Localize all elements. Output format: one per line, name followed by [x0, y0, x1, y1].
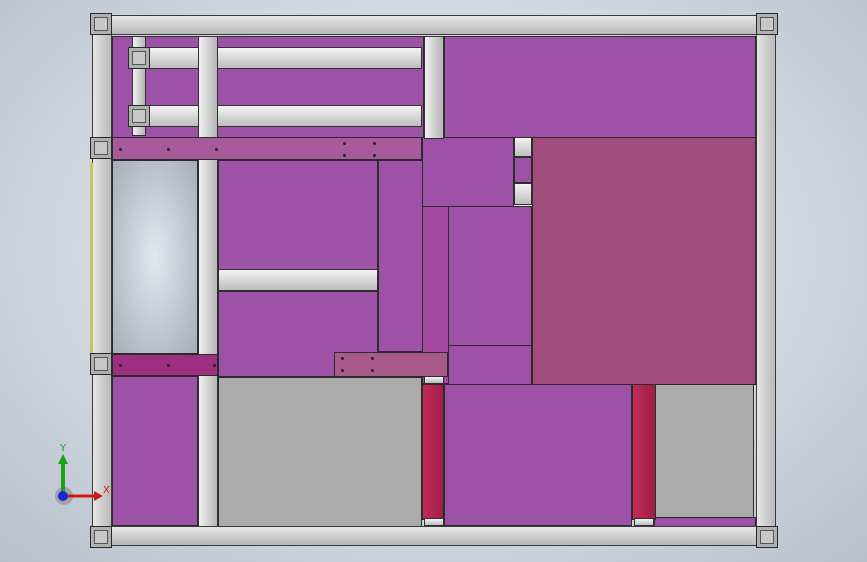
rail-upper-1[interactable] — [130, 47, 422, 69]
rail-middle[interactable] — [218, 269, 378, 291]
corner-top-left — [90, 13, 112, 35]
cap-crimson-right-bottom — [634, 518, 654, 526]
frame-right[interactable] — [756, 23, 776, 541]
tie-plate-lower-left[interactable] — [112, 354, 218, 376]
cap-crimson-left-bottom — [424, 518, 444, 526]
joint-left-lower — [90, 353, 112, 375]
panel-bottom-left[interactable] — [112, 376, 198, 526]
panel-center-bottom[interactable] — [448, 345, 532, 385]
panel-center-box[interactable] — [422, 137, 514, 207]
triad-y-label: Y — [60, 443, 67, 454]
post-center[interactable] — [424, 36, 444, 139]
tie-plate-top[interactable] — [112, 137, 422, 160]
rail-upper-2[interactable] — [130, 105, 422, 127]
panel-grey-right[interactable] — [654, 384, 754, 518]
crimson-post-left[interactable] — [422, 384, 444, 520]
frame-bottom[interactable] — [100, 526, 768, 546]
frame-left-accent — [90, 163, 93, 353]
corner-bottom-left — [90, 526, 112, 548]
joint-left-upper — [90, 137, 112, 159]
corner-bottom-right — [756, 526, 778, 548]
panel-top-right[interactable] — [444, 36, 756, 138]
crimson-post-right[interactable] — [632, 384, 656, 520]
coordinate-triad-icon: Y X — [52, 440, 112, 506]
triad-x-label: X — [103, 485, 110, 496]
corner-top-right — [756, 13, 778, 35]
cap-crimson-left-top — [424, 376, 444, 384]
panel-middle[interactable] — [218, 160, 378, 278]
bracket-gap — [514, 157, 532, 183]
bracket-2[interactable] — [514, 183, 532, 205]
window-opening — [112, 160, 198, 354]
post-left[interactable] — [198, 36, 218, 527]
panel-center-right[interactable] — [448, 206, 532, 346]
rail-joint-1b — [128, 47, 150, 69]
rail-joint-2b — [128, 105, 150, 127]
panel-vertical-strip[interactable] — [378, 160, 424, 352]
panel-bottom-center[interactable] — [444, 384, 632, 526]
tie-plate-lower-center[interactable] — [334, 352, 448, 377]
panel-grey-left[interactable] — [218, 377, 422, 527]
frame-top[interactable] — [100, 15, 768, 35]
panel-rose[interactable] — [532, 137, 756, 385]
bracket-1[interactable] — [514, 137, 532, 157]
cad-model[interactable] — [90, 13, 778, 549]
